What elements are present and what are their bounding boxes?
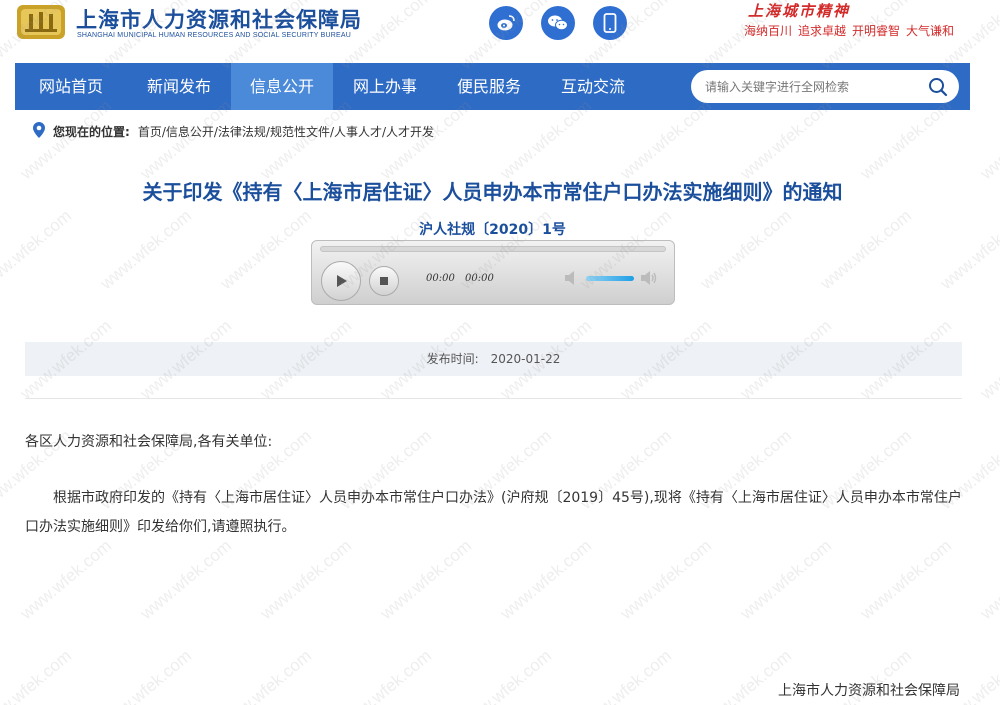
nav-item-home[interactable]: 网站首页	[15, 63, 127, 110]
watermark-text: www.wfek.com	[976, 316, 1000, 404]
watermark-text: www.wfek.com	[736, 536, 836, 624]
watermark-text: www.wfek.com	[976, 536, 1000, 624]
breadcrumb-item-talent-dev[interactable]: 人才开发	[386, 123, 434, 140]
spirit-word: 海纳百川	[744, 24, 793, 38]
watermark-text: www.wfek.com	[16, 536, 116, 624]
watermark-text: www.wfek.com	[616, 536, 716, 624]
audio-player: 00:00 00:00	[311, 240, 675, 305]
breadcrumb: 您现在的位置: 首页/ 信息公开/ 法律法规/ 规范性文件/ 人事人才/ 人才开…	[33, 122, 434, 141]
watermark-text: www.wfek.com	[136, 536, 236, 624]
watermark-text: www.wfek.com	[96, 646, 196, 705]
breadcrumb-item-normative-docs[interactable]: 规范性文件/	[270, 123, 334, 140]
volume-max-icon[interactable]	[640, 270, 658, 290]
current-time: 00:00	[426, 273, 455, 284]
volume-slider[interactable]	[586, 276, 634, 281]
nav-item-online-services[interactable]: 网上办事	[333, 63, 437, 110]
publish-info-bar: 发布时间: 2020-01-22	[25, 342, 962, 376]
city-spirit-words: 海纳百川 追求卓越 开明睿智 大气谦和	[744, 22, 960, 39]
wechat-icon[interactable]	[541, 6, 575, 40]
stop-button[interactable]	[369, 266, 399, 296]
nav-item-interaction[interactable]: 互动交流	[541, 63, 645, 110]
breadcrumb-item-home[interactable]: 首页/	[138, 123, 166, 140]
main-nav: 网站首页 新闻发布 信息公开 网上办事 便民服务 互动交流	[15, 63, 970, 110]
watermark-text: www.wfek.com	[336, 646, 436, 705]
site-name[interactable]: 上海市人力资源和社会保障局	[76, 4, 362, 34]
publish-date: 2020-01-22	[490, 352, 561, 366]
article-signature: 上海市人力资源和社会保障局	[778, 683, 960, 699]
mobile-icon[interactable]	[593, 6, 627, 40]
search-input[interactable]	[705, 70, 915, 103]
watermark-text: www.wfek.com	[456, 646, 556, 705]
bureau-logo[interactable]	[15, 2, 67, 42]
duration: 00:00	[465, 273, 494, 284]
watermark-text: www.wfek.com	[0, 646, 76, 705]
watermark-text: www.wfek.com	[856, 536, 956, 624]
watermark-text: www.wfek.com	[256, 536, 356, 624]
breadcrumb-label: 您现在的位置:	[53, 125, 130, 139]
spirit-word: 大气谦和	[906, 24, 955, 38]
article-salutation: 各区人力资源和社会保障局,各有关单位:	[25, 434, 273, 450]
breadcrumb-item-info-disclosure[interactable]: 信息公开/	[166, 123, 218, 140]
watermark-text: www.wfek.com	[976, 96, 1000, 184]
document-number: 沪人社规〔2020〕1号	[419, 222, 566, 238]
article-title: 关于印发《持有〈上海市居住证〉人员申办本市常住户口办法实施细则》的通知	[142, 180, 843, 204]
breadcrumb-item-personnel[interactable]: 人事人才/	[334, 123, 386, 140]
watermark-text: www.wfek.com	[496, 536, 596, 624]
location-pin-icon	[33, 122, 45, 141]
site-header: 上海市人力资源和社会保障局 SHANGHAI MUNICIPAL HUMAN R…	[0, 0, 1000, 62]
watermark-text: www.wfek.com	[216, 646, 316, 705]
mute-icon[interactable]	[564, 270, 580, 290]
article-paragraph: 根据市政府印发的《持有〈上海市居住证〉人员申办本市常住户口办法》(沪府规〔201…	[25, 490, 962, 535]
spirit-word: 追求卓越	[798, 24, 847, 38]
divider	[25, 398, 962, 399]
weibo-icon[interactable]	[489, 6, 523, 40]
search-box	[691, 70, 959, 103]
play-button[interactable]	[321, 261, 361, 301]
city-spirit-title: 上海城市精神	[748, 2, 851, 20]
nav-item-news[interactable]: 新闻发布	[127, 63, 231, 110]
search-icon[interactable]	[927, 76, 949, 98]
nav-item-public-services[interactable]: 便民服务	[437, 63, 541, 110]
audio-progress-bar[interactable]	[320, 246, 666, 252]
breadcrumb-item-laws[interactable]: 法律法规/	[218, 123, 270, 140]
site-name-en: SHANGHAI MUNICIPAL HUMAN RESOURCES AND S…	[77, 32, 351, 39]
watermark-text: www.wfek.com	[376, 536, 476, 624]
publish-label: 发布时间:	[426, 352, 479, 366]
watermark-text: www.wfek.com	[576, 646, 676, 705]
nav-item-info-disclosure[interactable]: 信息公开	[231, 63, 333, 110]
spirit-word: 开明睿智	[852, 24, 901, 38]
